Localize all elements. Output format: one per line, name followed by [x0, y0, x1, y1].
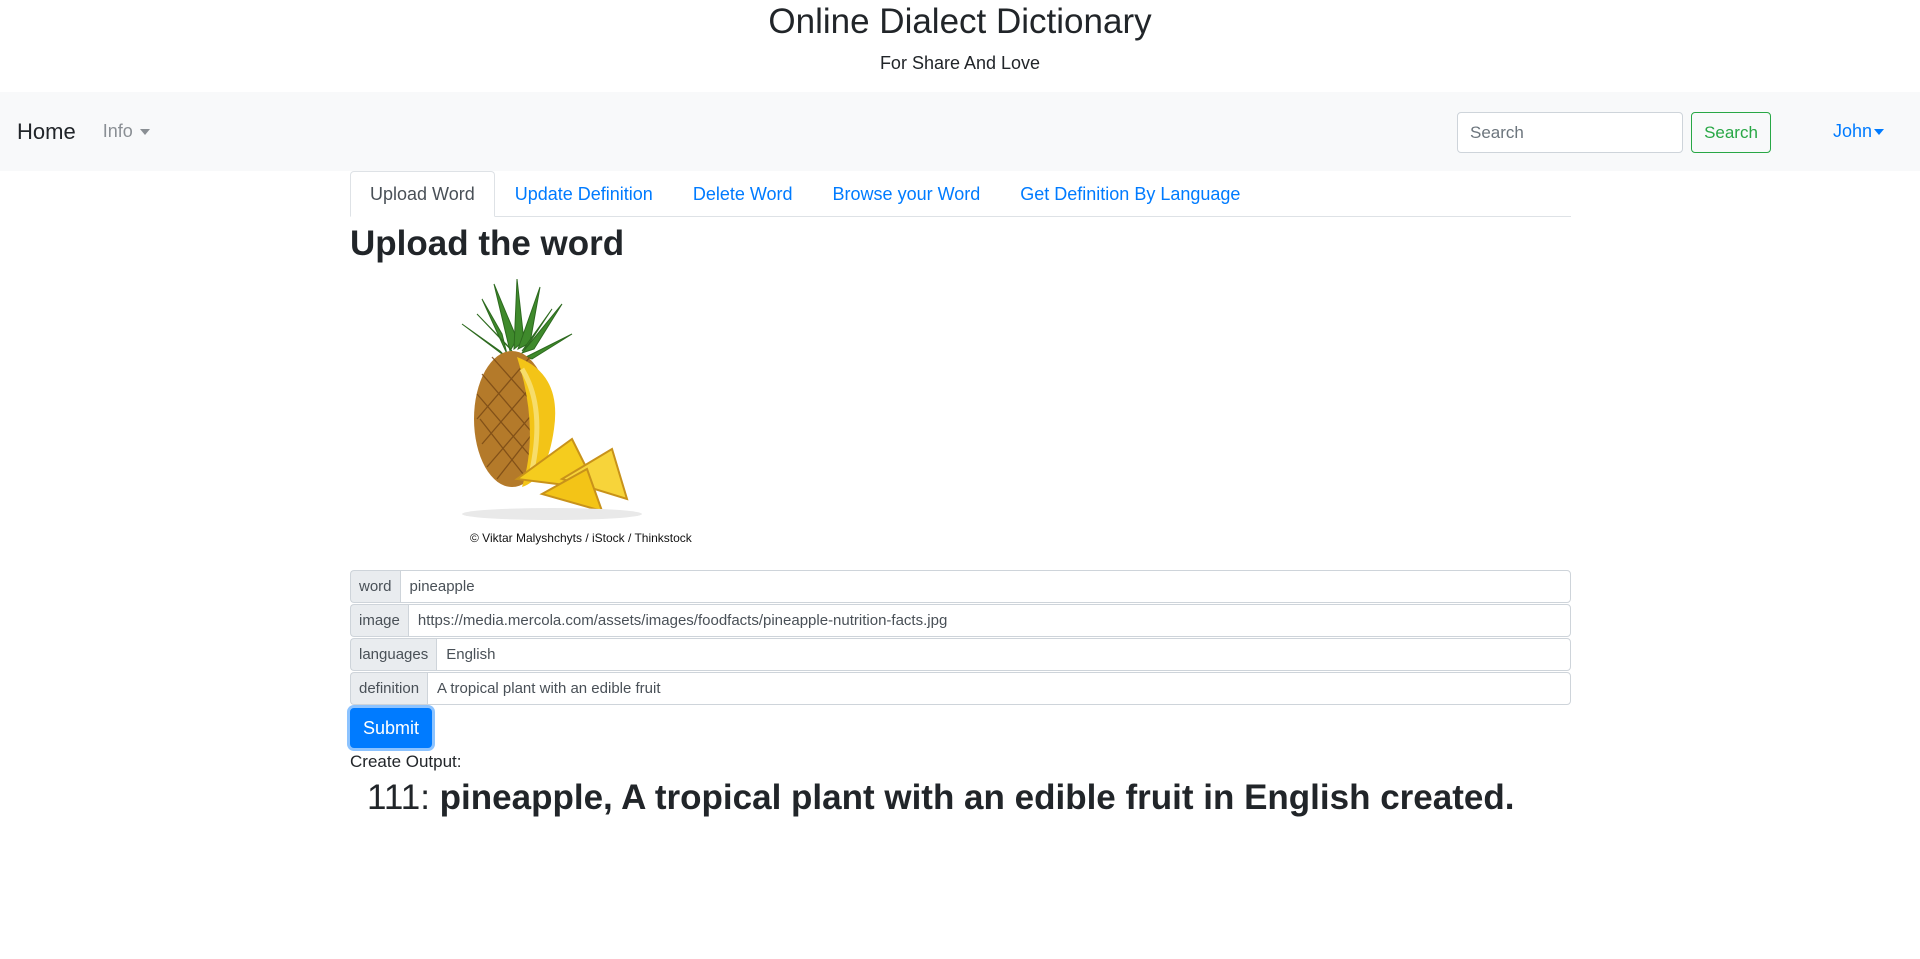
page-title: Upload the word	[350, 224, 625, 263]
tab-bar: Upload Word Update Definition Delete Wor…	[350, 171, 1571, 217]
image-label: image	[350, 604, 408, 637]
word-field[interactable]	[399, 570, 1571, 603]
image-url-field[interactable]	[407, 604, 1571, 637]
word-image: © Viktar Malyshchyts / iStock / Thinksto…	[422, 279, 712, 559]
output-result: 111: pineapple, A tropical plant with an…	[367, 778, 1571, 818]
search-input[interactable]	[1457, 112, 1683, 153]
languages-input-group: languages	[350, 638, 1571, 671]
tab-upload-word[interactable]: Upload Word	[350, 171, 495, 217]
site-title: Online Dialect Dictionary	[768, 2, 1152, 41]
upload-form: word image languages definition Submit	[350, 570, 1571, 748]
info-dropdown-label: Info	[102, 121, 133, 141]
search-button[interactable]: Search	[1691, 112, 1771, 153]
word-input-group: word	[350, 570, 1571, 603]
tab-delete-word[interactable]: Delete Word	[673, 171, 813, 217]
definition-input-group: definition	[350, 672, 1571, 705]
site-subtitle: For Share And Love	[879, 53, 1041, 73]
languages-field[interactable]	[436, 638, 1571, 671]
output-id: 111:	[367, 778, 430, 817]
caret-down-icon	[139, 128, 150, 135]
definition-label: definition	[350, 672, 428, 705]
tab-definition-by-language[interactable]: Get Definition By Language	[1000, 171, 1260, 217]
navbar: Home Info Search John	[0, 92, 1920, 171]
site-header: Online Dialect Dictionary For Share And …	[0, 0, 1920, 92]
image-credit: © Viktar Malyshchyts / iStock / Thinksto…	[470, 531, 692, 545]
submit-button[interactable]: Submit	[350, 708, 432, 748]
caret-down-icon	[1874, 128, 1885, 135]
info-dropdown[interactable]: Info	[103, 121, 150, 142]
definition-field[interactable]	[427, 672, 1571, 705]
word-label: word	[350, 570, 400, 603]
user-name: John	[1833, 121, 1873, 141]
pineapple-image	[461, 279, 642, 520]
main-content: Upload Word Update Definition Delete Wor…	[350, 171, 1571, 818]
languages-label: languages	[350, 638, 437, 671]
tab-update-definition[interactable]: Update Definition	[495, 171, 673, 217]
output-label: Create Output:	[350, 752, 462, 771]
output-message: pineapple, A tropical plant with an edib…	[439, 778, 1515, 817]
image-input-group: image	[350, 604, 1571, 637]
home-link[interactable]: Home	[17, 119, 76, 145]
tab-browse-word[interactable]: Browse your Word	[813, 171, 1001, 217]
user-dropdown[interactable]: John	[1833, 92, 1885, 171]
